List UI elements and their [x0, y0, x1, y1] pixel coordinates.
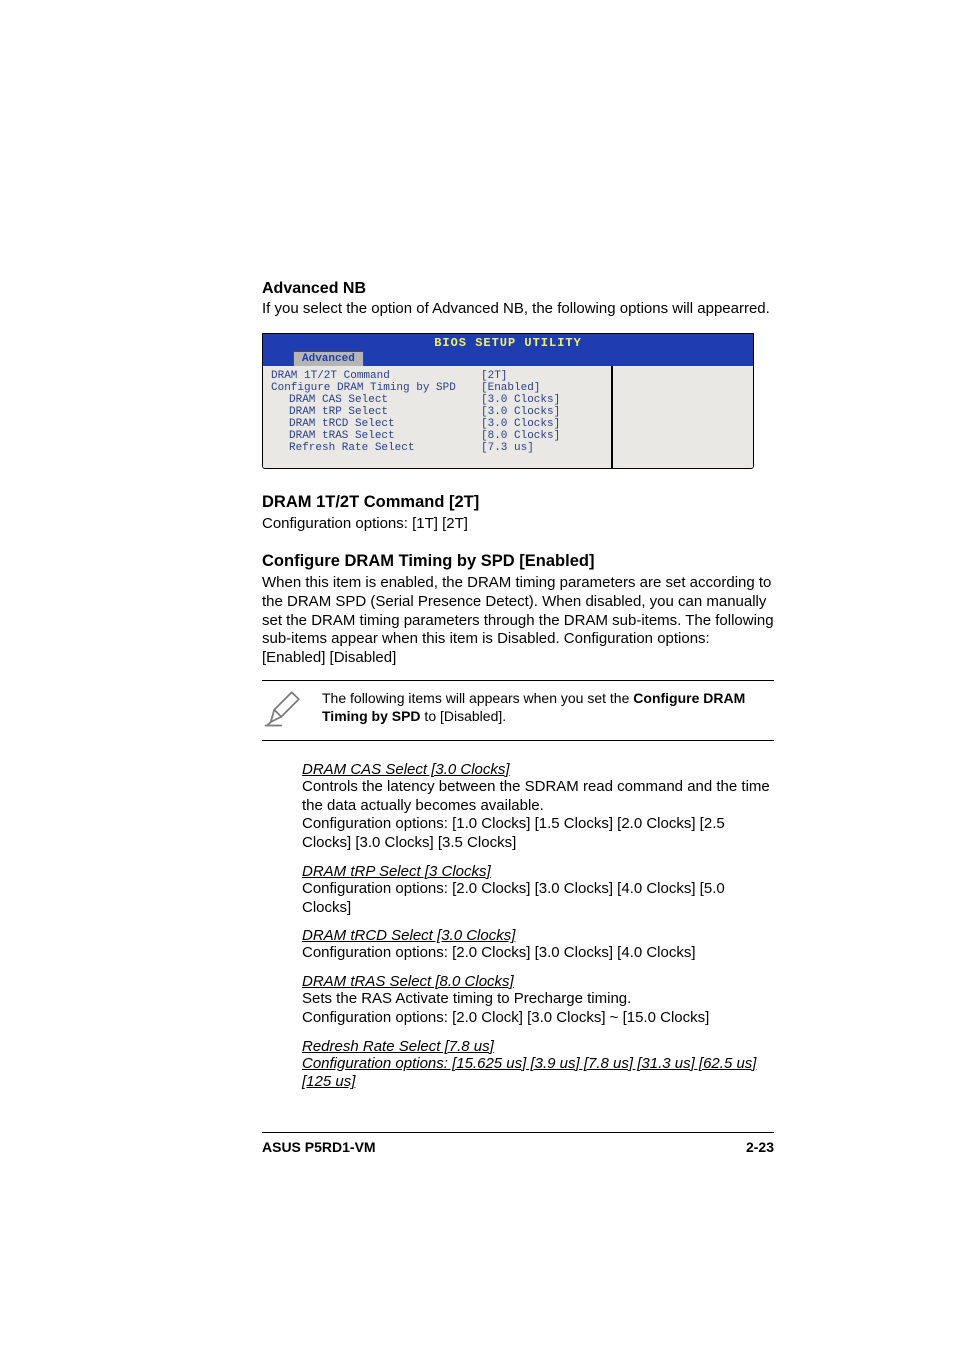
bios-row[interactable]: Configure DRAM Timing by SPD[Enabled]: [271, 382, 605, 394]
item-heading: Configure DRAM Timing by SPD [Enabled]: [262, 552, 774, 571]
note-mid: to [Disabled].: [421, 708, 507, 724]
bios-key: DRAM tRAS Select: [271, 430, 481, 442]
bios-value: [7.3 us]: [481, 442, 605, 454]
bios-settings-list: DRAM 1T/2T Command[2T] Configure DRAM Ti…: [263, 366, 613, 469]
sub-body: Controls the latency between the SDRAM r…: [302, 778, 774, 816]
bios-row[interactable]: DRAM 1T/2T Command[2T]: [271, 370, 605, 382]
bios-row[interactable]: DRAM tRP Select[3.0 Clocks]: [271, 406, 605, 418]
section-heading: Advanced NB: [262, 280, 774, 298]
bios-tab-bar: Advanced: [263, 350, 753, 366]
bios-row[interactable]: DRAM tRCD Select[3.0 Clocks]: [271, 418, 605, 430]
bios-key: Configure DRAM Timing by SPD: [271, 382, 481, 394]
bios-value: [8.0 Clocks]: [481, 430, 605, 442]
bios-key: DRAM 1T/2T Command: [271, 370, 481, 382]
note-pre: The following items will appears when yo…: [322, 690, 633, 706]
note-text: The following items will appears when yo…: [322, 687, 774, 725]
item-body: Configuration options: [1T] [2T]: [262, 515, 774, 534]
sub-heading: Redresh Rate Select [7.8 us]: [302, 1038, 774, 1055]
bios-body: DRAM 1T/2T Command[2T] Configure DRAM Ti…: [263, 366, 753, 469]
bios-key: DRAM tRP Select: [271, 406, 481, 418]
bios-key: DRAM tRCD Select: [271, 418, 481, 430]
bios-value: [3.0 Clocks]: [481, 406, 605, 418]
page-footer: ASUS P5RD1-VM 2-23: [262, 1132, 774, 1155]
sub-body: Configuration options: [2.0 Clocks] [3.0…: [302, 944, 774, 963]
pencil-icon: [262, 687, 304, 734]
bios-key: Refresh Rate Select: [271, 442, 481, 454]
bios-row[interactable]: DRAM tRAS Select[8.0 Clocks]: [271, 430, 605, 442]
bios-help-panel: [613, 366, 753, 469]
item-body: When this item is enabled, the DRAM timi…: [262, 574, 774, 668]
bios-value: [Enabled]: [481, 382, 605, 394]
bios-value: [2T]: [481, 370, 605, 382]
bios-title: BIOS SETUP UTILITY: [263, 334, 753, 350]
sub-body: Configuration options: [1.0 Clocks] [1.5…: [302, 815, 774, 853]
footer-page-number: 2-23: [746, 1139, 774, 1155]
note-box: The following items will appears when yo…: [262, 680, 774, 741]
footer-model: ASUS P5RD1-VM: [262, 1139, 746, 1155]
intro-text: If you select the option of Advanced NB,…: [262, 300, 774, 319]
sub-heading: DRAM tRAS Select [8.0 Clocks]: [302, 973, 774, 990]
sub-body: Configuration options: [2.0 Clock] [3.0 …: [302, 1009, 774, 1028]
bios-value: [3.0 Clocks]: [481, 394, 605, 406]
bios-value: [3.0 Clocks]: [481, 418, 605, 430]
sub-body-underlined: Configuration options: [15.625 us] [3.9 …: [302, 1055, 774, 1093]
sub-body: Sets the RAS Activate timing to Precharg…: [302, 990, 774, 1009]
item-heading: DRAM 1T/2T Command [2T]: [262, 493, 774, 512]
sub-body: Configuration options: [2.0 Clocks] [3.0…: [302, 880, 774, 918]
bios-row[interactable]: DRAM CAS Select[3.0 Clocks]: [271, 394, 605, 406]
bios-key: DRAM CAS Select: [271, 394, 481, 406]
sub-items: DRAM CAS Select [3.0 Clocks] Controls th…: [302, 761, 774, 1092]
sub-heading: DRAM tRP Select [3 Clocks]: [302, 863, 774, 880]
bios-panel: BIOS SETUP UTILITY Advanced DRAM 1T/2T C…: [262, 333, 754, 470]
bios-row[interactable]: Refresh Rate Select[7.3 us]: [271, 442, 605, 454]
bios-tab-advanced[interactable]: Advanced: [293, 351, 364, 366]
sub-heading: DRAM tRCD Select [3.0 Clocks]: [302, 927, 774, 944]
sub-heading: DRAM CAS Select [3.0 Clocks]: [302, 761, 774, 778]
